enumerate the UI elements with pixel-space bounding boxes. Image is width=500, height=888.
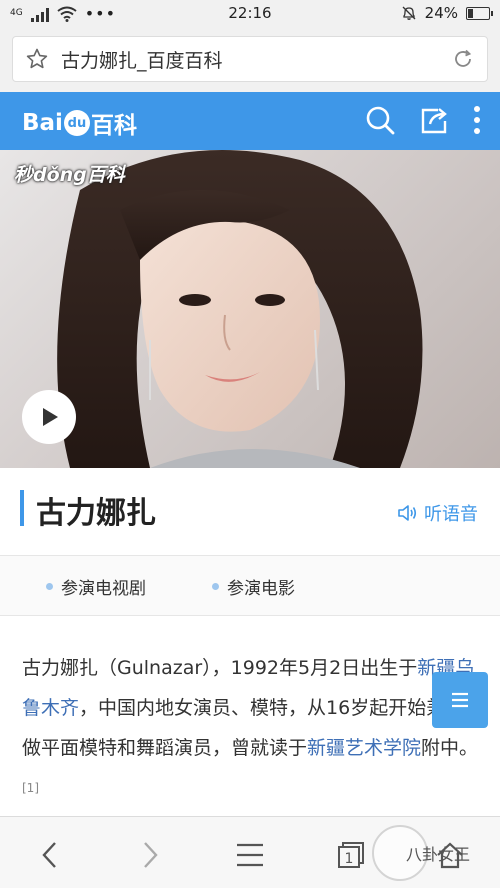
bullet-icon [212, 583, 219, 590]
entry-title: 古力娜扎 [36, 496, 156, 531]
tag-label: 参演电视剧 [61, 579, 146, 599]
battery-percent: 24% [424, 4, 458, 22]
speaker-icon [398, 505, 417, 521]
logo-text-baike: 百科 [90, 113, 137, 139]
back-button[interactable] [30, 835, 70, 875]
list-icon [452, 692, 468, 708]
catalog-button[interactable] [432, 672, 488, 728]
tag-label: 参演电影 [227, 579, 295, 599]
status-bar: 4G ••• 22:16 24% [0, 0, 500, 28]
reload-icon[interactable] [439, 47, 487, 71]
more-vertical-icon[interactable] [472, 104, 482, 136]
baike-logo[interactable]: Bai du 百科 [22, 106, 137, 140]
star-icon[interactable] [13, 47, 61, 71]
play-icon [43, 408, 58, 426]
entry-summary: 古力娜扎（Gulnazar），1992年5月2日出生于新疆乌鲁木齐，中国内地女演… [22, 648, 480, 813]
video-watermark: 秒dǒng百科 [14, 164, 125, 186]
search-icon[interactable] [364, 104, 396, 136]
chevron-right-icon [144, 842, 158, 868]
hero-video[interactable]: 秒dǒng百科 [0, 150, 500, 468]
browser-bottom-nav: 1 八卦女王 [0, 816, 500, 888]
summary-text-1: 古力娜扎（Gulnazar），1992年5月2日出生于 [22, 657, 418, 679]
listen-label: 听语音 [424, 504, 478, 525]
play-button[interactable] [22, 390, 76, 444]
wechat-watermark: 八卦女王 [366, 823, 486, 883]
menu-button[interactable] [230, 835, 270, 875]
entry-title-row: 古力娜扎 听语音 [0, 468, 500, 556]
tag-row: 参演电视剧 参演电影 [0, 556, 500, 616]
mute-bell-icon [402, 6, 416, 20]
address-bar-area: 古力娜扎_百度百科 [0, 28, 500, 92]
logo-text-bai: Bai [22, 110, 63, 136]
title-accent-bar [20, 490, 24, 526]
svg-text:1: 1 [345, 851, 354, 867]
watermark-text: 八卦女王 [406, 845, 471, 864]
chevron-left-icon [42, 842, 56, 868]
tag-tv-series[interactable]: 参演电视剧 [46, 574, 146, 599]
tabs-button[interactable]: 1 [330, 835, 370, 875]
address-bar[interactable]: 古力娜扎_百度百科 [12, 36, 488, 82]
header-icons [364, 104, 482, 136]
reference-marker[interactable]: [1] [22, 781, 39, 795]
page-title-in-url[interactable]: 古力娜扎_百度百科 [61, 46, 439, 73]
bullet-icon [46, 583, 53, 590]
battery-icon [466, 6, 493, 20]
paw-icon: du [63, 110, 90, 136]
tag-movies[interactable]: 参演电影 [212, 574, 295, 599]
link-xinjiang-arts-college[interactable]: 新疆艺术学院 [307, 737, 421, 759]
tabs-icon: 1 [338, 842, 364, 868]
listen-button[interactable]: 听语音 [396, 500, 478, 526]
status-right: 24% [401, 4, 493, 22]
summary-text-3: 附中。 [421, 737, 479, 759]
forward-button[interactable] [130, 835, 170, 875]
menu-icon [237, 843, 263, 867]
baike-header: Bai du 百科 [0, 92, 500, 150]
share-icon[interactable] [418, 104, 450, 136]
